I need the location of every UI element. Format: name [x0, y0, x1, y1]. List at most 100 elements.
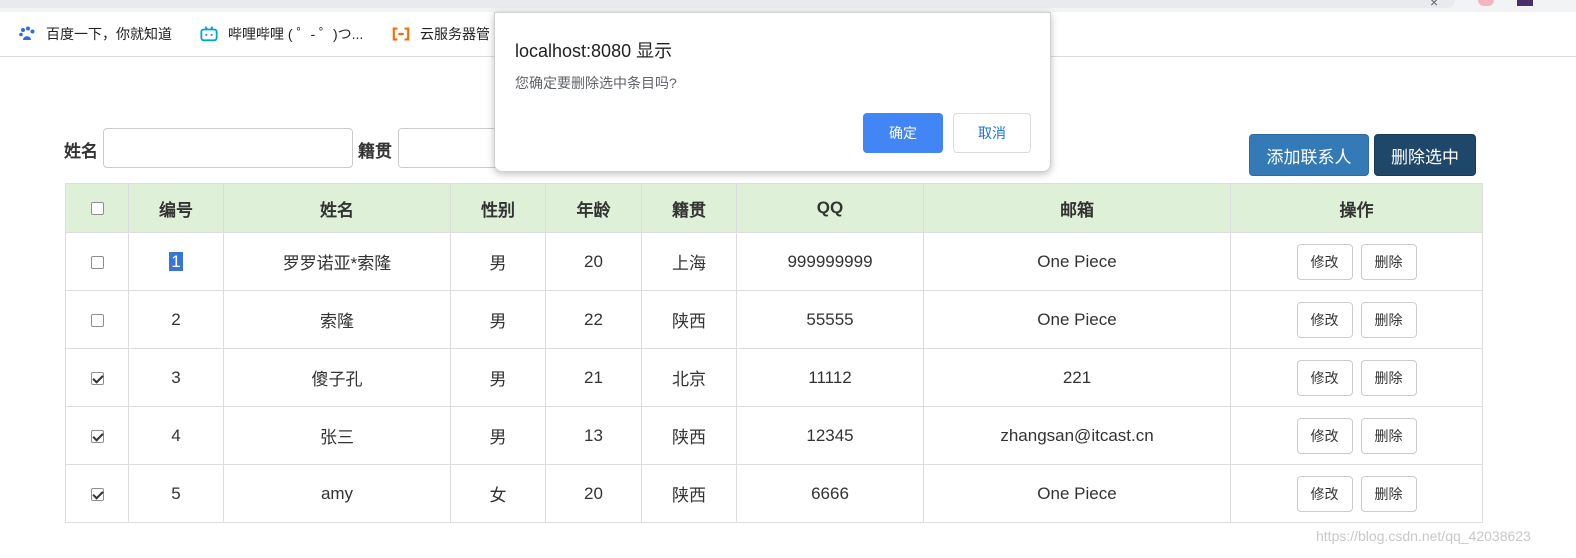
edit-button[interactable]: 修改 [1296, 475, 1353, 512]
cell-id: 1 [128, 232, 224, 291]
close-icon[interactable]: × [1430, 0, 1438, 10]
cell-qq-text: 999999999 [787, 251, 873, 271]
cell-id-text: 1 [169, 251, 183, 271]
cell-gender: 男 [450, 290, 546, 349]
aliyun-bracket-icon [392, 25, 410, 43]
bookmark-aliyun[interactable]: 云服务器管 [392, 24, 490, 44]
dialog-ok-button[interactable]: 确定 [863, 113, 943, 153]
confirm-dialog: localhost:8080 显示 您确定要删除选中条目吗? 确定 取消 [494, 12, 1051, 172]
delete-button[interactable]: 删除 [1360, 243, 1417, 280]
row-checkbox[interactable] [90, 487, 104, 501]
cell-email-text: 221 [1062, 367, 1092, 387]
cell-age: 22 [545, 290, 642, 349]
cell-gender-text: 男 [489, 312, 507, 331]
dialog-cancel-button[interactable]: 取消 [953, 113, 1031, 153]
cell-name-text: 索隆 [320, 312, 354, 331]
cell-id: 4 [128, 406, 224, 465]
cell-gender-text: 男 [489, 370, 507, 389]
cell-age-text: 13 [584, 425, 603, 445]
header-name: 姓名 [223, 183, 451, 233]
cell-age: 13 [545, 406, 642, 465]
cell-id-text: 5 [171, 483, 181, 503]
delete-button[interactable]: 删除 [1360, 475, 1417, 512]
profile-avatar[interactable] [1517, 0, 1533, 6]
row-checkbox[interactable] [90, 255, 104, 269]
cell-gender: 女 [450, 464, 546, 523]
cell-id-text: 3 [171, 367, 181, 387]
cell-email: zhangsan@itcast.cn [923, 406, 1231, 465]
edit-button[interactable]: 修改 [1296, 359, 1353, 396]
cell-gender-text: 男 [489, 428, 507, 447]
origin-label: 籍贯 [358, 142, 392, 161]
cell-qq: 55555 [736, 290, 924, 349]
cell-actions: 修改 删除 [1230, 290, 1483, 349]
row-checkbox[interactable] [90, 313, 104, 327]
header-id: 编号 [128, 183, 224, 233]
cell-gender-text: 女 [489, 486, 507, 505]
bilibili-tv-icon [200, 25, 218, 43]
cell-qq-text: 12345 [806, 425, 854, 445]
baidu-paw-icon [18, 25, 36, 43]
row-select-cell[interactable] [65, 348, 129, 407]
cell-name: 张三 [223, 406, 451, 465]
cell-email: One Piece [923, 464, 1231, 523]
watermark: https://blog.csdn.net/qq_42038623 [1316, 528, 1531, 544]
add-contact-button[interactable]: 添加联系人 [1249, 134, 1369, 176]
edit-button[interactable]: 修改 [1296, 417, 1353, 454]
delete-selected-button[interactable]: 删除选中 [1374, 134, 1476, 176]
cell-gender: 男 [450, 232, 546, 291]
cell-actions: 修改 删除 [1230, 348, 1483, 407]
cell-origin-text: 陕西 [672, 312, 706, 331]
row-checkbox[interactable] [90, 429, 104, 443]
contacts-table: 编号 姓名 性别 年龄 籍贯 QQ 邮箱 操作 1 罗罗诺亚*索隆男 20 上海 999… [65, 183, 1483, 523]
header-email: 邮箱 [923, 183, 1231, 233]
header-actions: 操作 [1230, 183, 1483, 233]
row-select-cell[interactable] [65, 232, 129, 291]
cell-email: One Piece [923, 290, 1231, 349]
cell-id: 5 [128, 464, 224, 523]
row-select-cell[interactable] [65, 290, 129, 349]
delete-button[interactable]: 删除 [1360, 359, 1417, 396]
bookmark-baidu[interactable]: 百度一下，你就知道 [18, 24, 172, 44]
delete-button[interactable]: 删除 [1360, 301, 1417, 338]
table-row: 2 索隆 男 22 陕西 55555 One Piece 修改 删除 [65, 290, 1483, 349]
cell-origin: 陕西 [641, 464, 737, 523]
extension-icon[interactable] [1478, 0, 1494, 6]
name-input[interactable] [103, 128, 353, 168]
cell-qq: 12345 [736, 406, 924, 465]
cell-gender: 男 [450, 348, 546, 407]
table-row: 1 罗罗诺亚*索隆 男 20 上海 999999999 One Piece 修改 删除 [65, 232, 1483, 291]
cell-age-text: 20 [584, 251, 603, 271]
header-age: 年龄 [545, 183, 642, 233]
select-all-checkbox[interactable] [90, 202, 104, 216]
header-select-all[interactable] [65, 183, 129, 233]
table-row: 5 amy 女 20 陕西 6666 One Piece 修改 删除 [65, 464, 1483, 523]
header-gender: 性别 [450, 183, 546, 233]
cell-age: 21 [545, 348, 642, 407]
cell-name-text: 傻子孔 [311, 370, 363, 389]
bookmark-bilibili[interactable]: 哔哩哔哩 ( ゜- ゜)つ... [200, 24, 363, 44]
row-select-cell[interactable] [65, 406, 129, 465]
cell-id-text: 4 [171, 425, 181, 445]
delete-button[interactable]: 删除 [1360, 417, 1417, 454]
cell-email-text: One Piece [1037, 309, 1117, 329]
dialog-title: localhost:8080 显示 [515, 41, 673, 61]
cell-origin-text: 陕西 [672, 428, 706, 447]
cell-email: 221 [923, 348, 1231, 407]
edit-button[interactable]: 修改 [1296, 243, 1353, 280]
name-label: 姓名 [64, 142, 98, 161]
cell-qq-text: 11112 [808, 367, 852, 387]
cell-id: 3 [128, 348, 224, 407]
cell-id: 2 [128, 290, 224, 349]
row-checkbox[interactable] [90, 371, 104, 385]
edit-button[interactable]: 修改 [1296, 301, 1353, 338]
row-select-cell[interactable] [65, 464, 129, 523]
cell-origin-text: 上海 [672, 254, 706, 273]
cell-qq-text: 6666 [811, 483, 849, 503]
table-row: 4 张三 男 13 陕西 12345 zhangsan@itcast.cn 修改 删除 [65, 406, 1483, 465]
cell-email-text: zhangsan@itcast.cn [1000, 425, 1154, 445]
table-header-row: 编号 姓名 性别 年龄 籍贯 QQ 邮箱 操作 [65, 183, 1483, 233]
cell-name-text: 罗罗诺亚*索隆 [282, 254, 392, 273]
cell-age: 20 [545, 232, 642, 291]
address-bar[interactable] [0, 0, 1455, 8]
